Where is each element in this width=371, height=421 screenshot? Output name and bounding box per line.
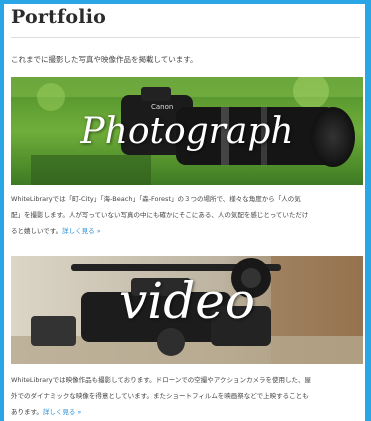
photograph-card-image[interactable]: Canon Photograph xyxy=(11,77,363,185)
photograph-more-link[interactable]: 詳しく見る » xyxy=(62,227,101,235)
photograph-overlay-title: Photograph xyxy=(80,111,294,152)
description-line: WhiteLibraryでは「町-City」「海-Beach」「森-Forest… xyxy=(11,195,301,203)
description-line: あります。詳しく見る » xyxy=(11,404,365,420)
description-line: 配」を撮影します。人が写っていない写真の中にも確かにそこにある、人の気配を感じと… xyxy=(11,211,309,219)
page-frame: Portfolio これまでに撮影した写真や映像作品を掲載しています。 Cano… xyxy=(4,4,365,421)
page-title: Portfolio xyxy=(11,6,106,28)
camera-brand-label: Canon xyxy=(151,103,173,111)
video-more-link[interactable]: 詳しく見る » xyxy=(43,408,82,416)
video-card-image[interactable]: video xyxy=(11,256,363,364)
page-intro: これまでに撮影した写真や映像作品を掲載しています。 xyxy=(11,55,198,64)
description-line: ると嬉しいです。詳しく見る » xyxy=(11,223,365,239)
description-line: 外でのダイナミックな映像を得意としています。またショートフィルムを映画祭などで上… xyxy=(11,392,309,400)
video-overlay-title: video xyxy=(119,272,255,330)
photograph-description: WhiteLibraryでは「町-City」「海-Beach」「森-Forest… xyxy=(11,191,365,239)
title-divider xyxy=(11,37,360,38)
description-line: WhiteLibraryでは映像作品も撮影しております。ドローンでの空撮やアクシ… xyxy=(11,376,311,384)
description-text: あります。 xyxy=(11,408,43,416)
video-description: WhiteLibraryでは映像作品も撮影しております。ドローンでの空撮やアクシ… xyxy=(11,372,365,420)
description-text: ると嬉しいです。 xyxy=(11,227,63,235)
window-border xyxy=(365,0,371,421)
